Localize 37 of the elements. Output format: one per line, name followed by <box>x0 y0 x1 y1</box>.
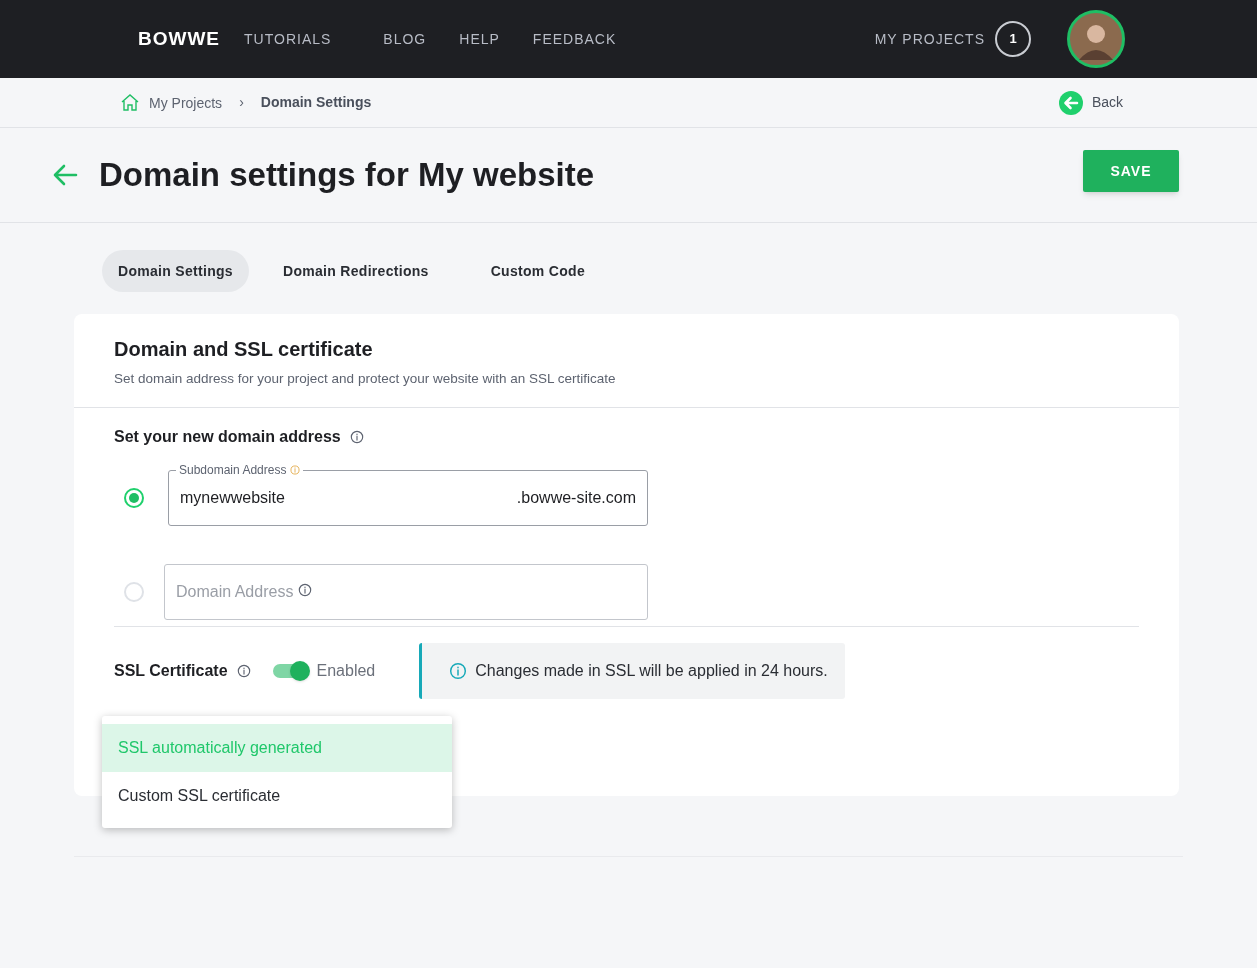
project-count-badge: 1 <box>995 21 1031 57</box>
arrow-left-icon[interactable] <box>52 162 78 188</box>
nav-link[interactable]: BLOG <box>383 28 427 50</box>
breadcrumb-link[interactable]: My Projects <box>149 93 223 114</box>
home-icon[interactable] <box>120 92 140 113</box>
card-subtitle: Set domain address for your project and protect your website with an SSL certificate <box>114 370 617 388</box>
ssl-label: SSL Certificate <box>114 661 228 682</box>
info-icon <box>449 662 468 681</box>
info-icon <box>290 465 301 476</box>
field-value: mynewwebsite <box>180 488 285 509</box>
card-title: Domain and SSL certificate <box>114 337 374 362</box>
notice-text: Changes made in SSL will be applied in 24 hours. <box>475 661 828 682</box>
domain-suffix: .bowwe-site.com <box>516 488 636 509</box>
ssl-toggle[interactable] <box>272 664 309 679</box>
toggle-label: Enabled <box>316 661 376 682</box>
nav-link[interactable]: TUTORIALS <box>244 28 332 50</box>
nav-link[interactable]: FEEDBACK <box>532 28 617 50</box>
info-icon <box>236 664 251 679</box>
avatar[interactable] <box>1067 10 1125 68</box>
back-button[interactable]: Back <box>1058 90 1123 115</box>
section-label: Set your new domain address <box>114 427 341 448</box>
page-title: Domain settings for My website <box>99 155 595 196</box>
arrow-left-icon <box>1058 90 1083 115</box>
info-icon <box>298 583 313 598</box>
info-icon <box>349 430 364 445</box>
breadcrumb-current: Domain Settings <box>260 93 372 112</box>
field-placeholder: Domain Address <box>176 582 294 603</box>
logo[interactable]: BOWWE <box>138 24 221 54</box>
nav-link[interactable]: MY PROJECTS <box>874 28 985 50</box>
tab[interactable]: Domain Redirections <box>266 250 445 292</box>
tab[interactable]: Custom Code <box>474 250 601 292</box>
breadcrumb-separator: › <box>239 93 244 112</box>
menu-item[interactable]: Custom SSL certificate <box>102 772 452 820</box>
nav-link[interactable]: HELP <box>459 28 500 50</box>
field-label: Subdomain Address <box>179 463 287 478</box>
tab[interactable]: Domain Settings <box>102 250 249 292</box>
radio-button[interactable] <box>124 488 144 509</box>
